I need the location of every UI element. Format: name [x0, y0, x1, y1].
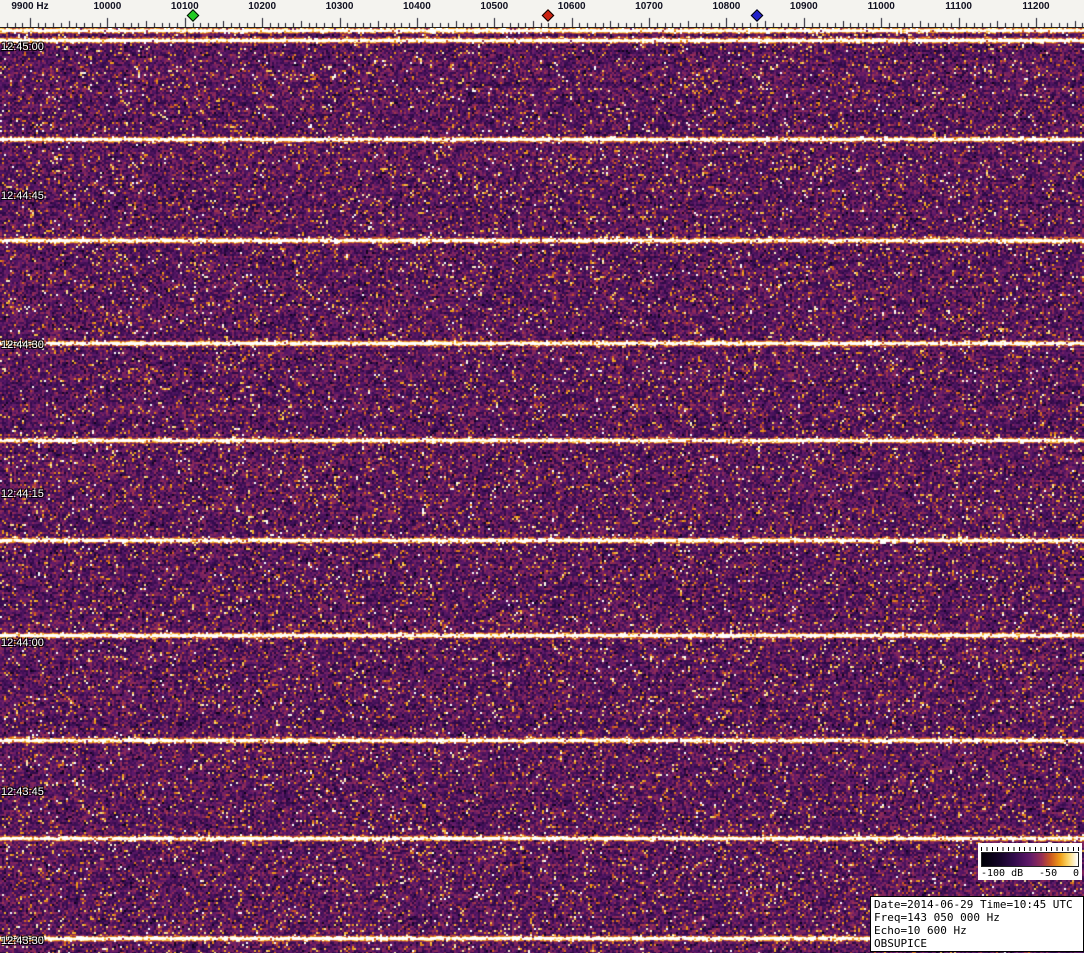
freq-tick-label: 10500 [480, 1, 509, 12]
frequency-ruler: 9900 Hz 10000 10100 10200 10300 10400 10500 106… [0, 0, 1084, 28]
colorbar-tick-marks [981, 847, 1079, 851]
freq-tick-label: 10300 [325, 1, 354, 12]
freq-tick-label: 10800 [712, 1, 741, 12]
freq-tick-label: 11100 [945, 1, 972, 12]
colorbar-mid-label: -50 [1039, 868, 1058, 879]
time-tick-label: 12:44:30 [1, 339, 44, 351]
waterfall-area: 12:45:00 12:44:45 12:44:30 12:44:15 12:44:00… [0, 28, 1084, 953]
spectrogram-app: 9900 Hz 10000 10100 10200 10300 10400 10500 106… [0, 0, 1084, 953]
time-tick-label: 12:44:15 [1, 488, 44, 500]
freq-tick-label: 10700 [635, 1, 663, 12]
freq-tick-label: 10400 [403, 1, 431, 12]
info-date-line: Date=2014-06-29 Time=10:45 UTC [874, 898, 1073, 911]
colorbar-legend: -100 dB -50 0 [978, 843, 1082, 880]
colorbar-min-label: -100 dB [981, 868, 1024, 879]
freq-tick-label: 10200 [248, 1, 277, 12]
freq-tick-label: 11200 [1022, 1, 1050, 12]
info-echo-line: Echo=10 600 Hz [874, 924, 967, 937]
freq-tick-label: 11000 [867, 1, 895, 12]
observation-info-box: Date=2014-06-29 Time=10:45 UTC Freq=143 … [870, 896, 1084, 952]
time-tick-label: 12:44:45 [1, 190, 44, 202]
colorbar-gradient [981, 852, 1079, 867]
time-tick-label: 12:43:45 [1, 786, 44, 798]
freq-tick-label: 10600 [557, 1, 586, 12]
time-tick-label: 12:44:00 [1, 637, 44, 649]
time-tick-label: 12:43:30 [1, 935, 44, 947]
spectrogram-canvas [0, 28, 1084, 953]
info-station-line: OBSUPICE [874, 937, 927, 950]
freq-tick-label: 10000 [93, 1, 122, 12]
colorbar-labels: -100 dB -50 0 [981, 868, 1079, 879]
time-tick-label: 12:45:00 [1, 41, 44, 53]
info-freq-line: Freq=143 050 000 Hz [874, 911, 1000, 924]
colorbar-max-label: 0 [1072, 868, 1079, 879]
freq-tick-label: 9900 Hz [11, 1, 49, 12]
freq-tick-label: 10900 [789, 1, 818, 12]
